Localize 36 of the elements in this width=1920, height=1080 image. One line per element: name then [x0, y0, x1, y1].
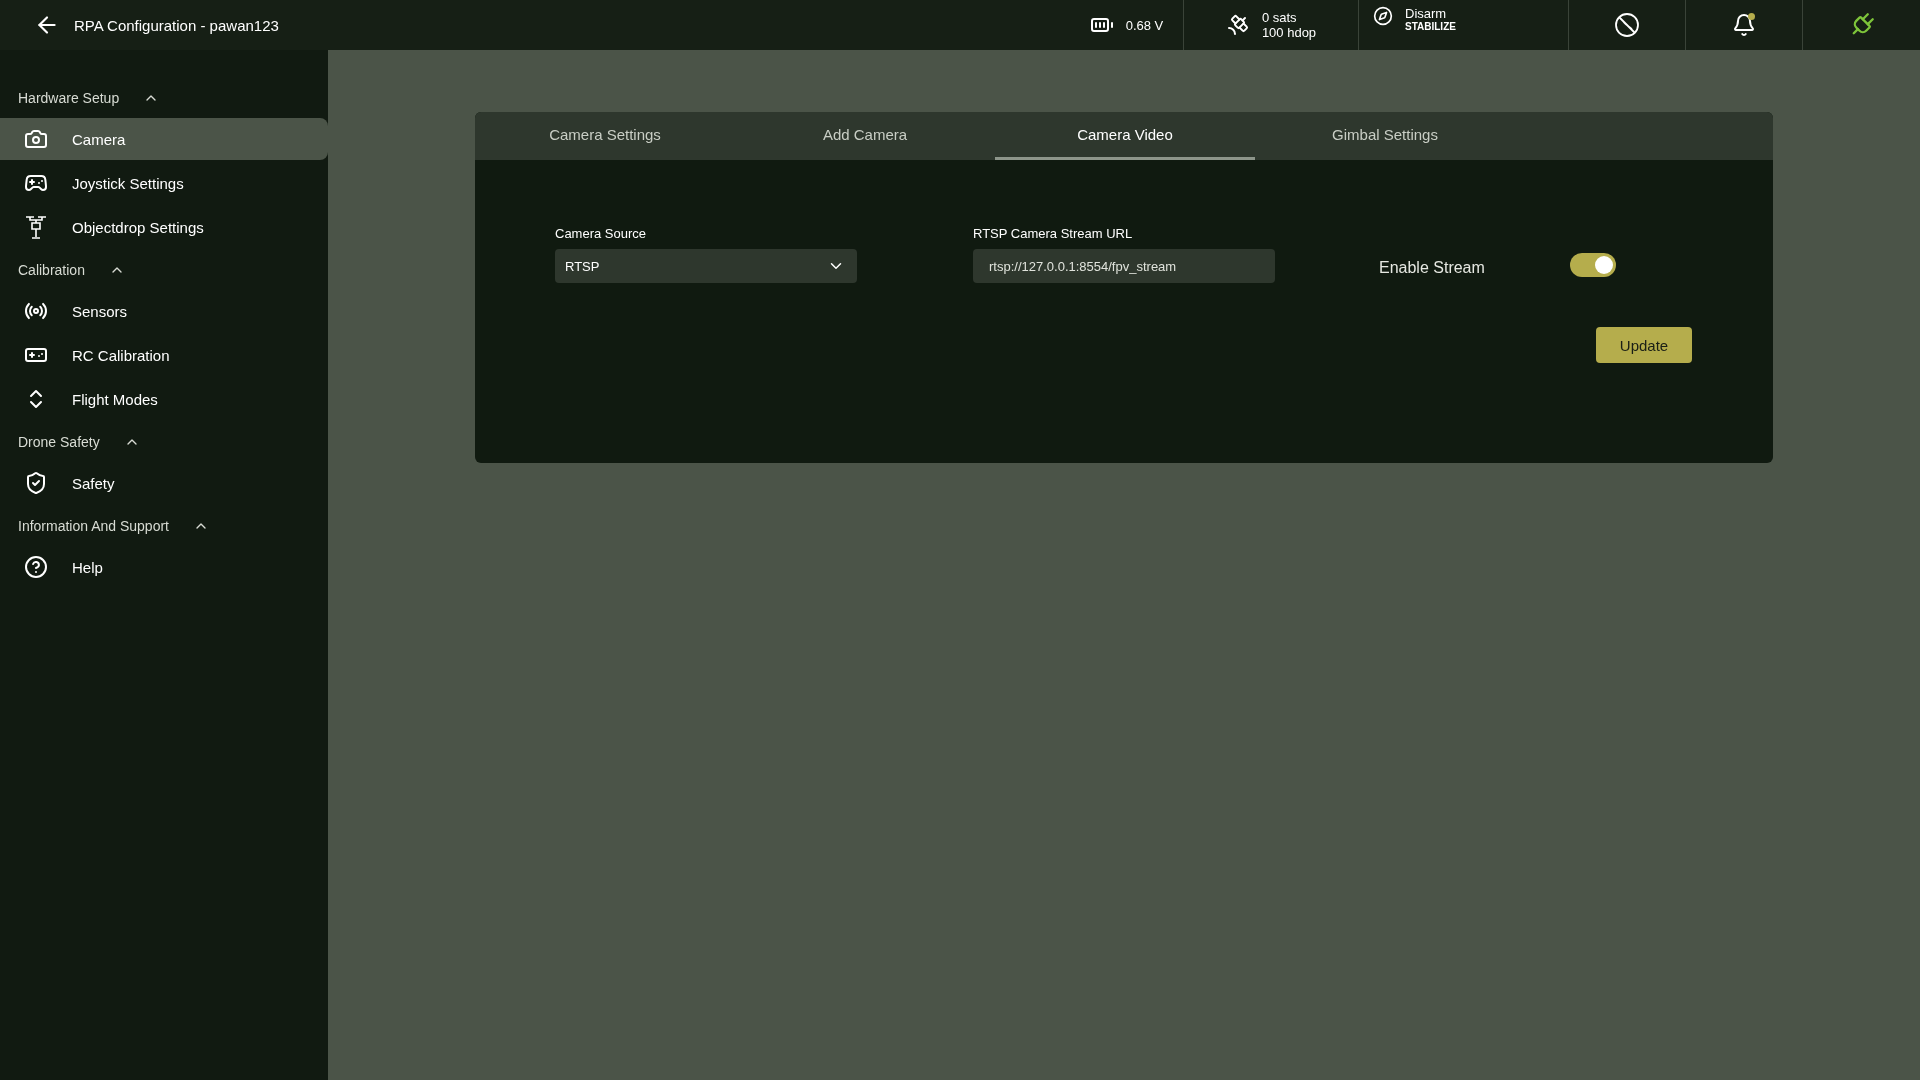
- battery-voltage: 0.68 V: [1125, 17, 1164, 33]
- help-icon: [24, 555, 48, 579]
- camera-source-dropdown[interactable]: RTSP: [555, 249, 857, 283]
- drone-icon: [24, 214, 48, 240]
- tab[interactable]: Add Camera: [735, 112, 995, 160]
- satellite-icon: [1225, 13, 1250, 37]
- enable-stream-toggle[interactable]: [1569, 253, 1616, 277]
- field-label: Camera Source: [555, 226, 648, 241]
- field-label: RTSP Camera Stream URL: [973, 226, 1134, 241]
- sidebar-item[interactable]: Sensors: [0, 290, 328, 332]
- shield-check-icon: [24, 471, 48, 495]
- camera-icon: [24, 127, 48, 151]
- tab[interactable]: Camera Video: [995, 112, 1255, 160]
- compass-icon: [1373, 6, 1393, 26]
- section-header[interactable]: Drone Safety: [0, 422, 158, 462]
- flight-mode: STABILIZE: [1405, 21, 1456, 32]
- sidebar-item[interactable]: Safety: [0, 462, 328, 504]
- sidebar-item[interactable]: Flight Modes: [0, 378, 328, 420]
- sidebar-item[interactable]: Camera: [0, 118, 328, 160]
- sidebar-item[interactable]: Joystick Settings: [0, 162, 328, 204]
- bell-icon[interactable]: [1732, 13, 1756, 37]
- toggle-label: Enable Stream: [1379, 259, 1485, 278]
- tab[interactable]: Gimbal Settings: [1255, 112, 1515, 160]
- sidebar-item[interactable]: RC Calibration: [0, 334, 328, 376]
- sidebar-item[interactable]: Objectdrop Settings: [0, 206, 328, 248]
- sidebar-item[interactable]: Help: [0, 546, 328, 588]
- section-header[interactable]: Calibration: [0, 250, 143, 290]
- gps-hdop: 100 hdop: [1261, 25, 1317, 40]
- section-header[interactable]: Hardware Setup: [0, 78, 178, 118]
- window-title: RPA Configuration - pawan123: [74, 16, 280, 34]
- tab[interactable]: Camera Settings: [475, 112, 735, 160]
- gps-sats: 0 sats: [1261, 10, 1298, 25]
- arm-state: Disarm: [1405, 6, 1448, 21]
- update-button[interactable]: Update: [1596, 327, 1692, 363]
- stream-url-field[interactable]: rtsp://127.0.0.1:8554/fpv_stream: [973, 249, 1275, 283]
- section-header[interactable]: Information And Support: [0, 506, 227, 546]
